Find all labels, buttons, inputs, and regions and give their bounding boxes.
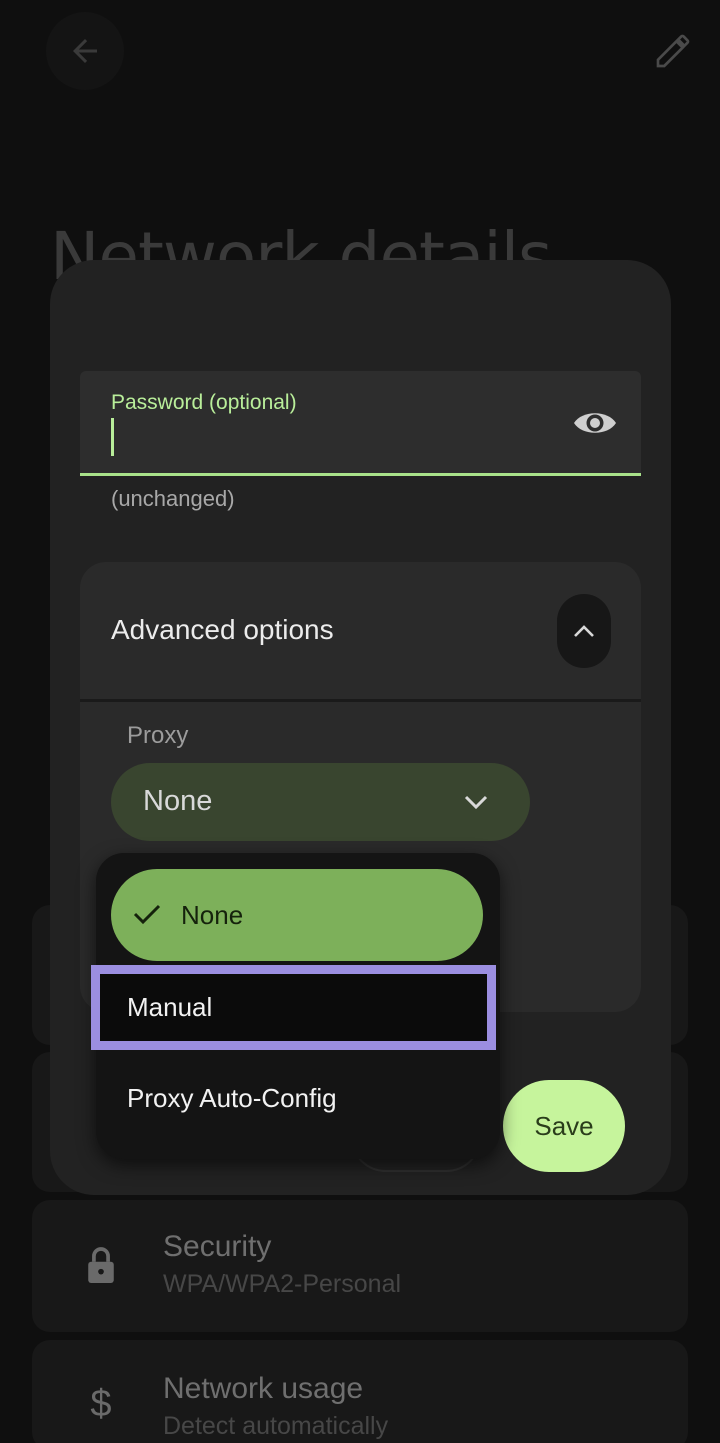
menu-option-none[interactable] — [111, 869, 483, 961]
show-password-toggle[interactable] — [571, 405, 619, 441]
network-usage-subtitle: Detect automatically — [163, 1412, 389, 1440]
pencil-icon — [656, 34, 690, 68]
security-title: Security — [163, 1230, 272, 1263]
menu-option-label: Manual — [127, 992, 213, 1022]
security-subtitle: WPA/WPA2-Personal — [163, 1270, 402, 1298]
back-button[interactable] — [46, 12, 124, 90]
dollar-icon: $ — [90, 1382, 112, 1425]
network-usage-title: Network usage — [163, 1372, 364, 1405]
check-icon — [132, 901, 162, 927]
chevron-up-icon — [574, 625, 594, 637]
arrow-left-icon — [73, 39, 97, 63]
proxy-label: Proxy — [127, 722, 189, 749]
eye-icon — [574, 413, 616, 433]
lock-icon — [84, 1246, 118, 1286]
menu-option-label: None — [181, 900, 244, 930]
save-button[interactable]: Save — [503, 1080, 625, 1172]
divider — [80, 699, 641, 702]
password-helper-text: (unchanged) — [111, 486, 235, 511]
advanced-options-title: Advanced options — [111, 614, 334, 645]
security-row[interactable] — [32, 1200, 688, 1332]
menu-option-proxy-auto-config[interactable]: Proxy Auto-Config — [127, 1083, 337, 1114]
password-label: Password (optional) — [111, 391, 297, 414]
proxy-dropdown-value: None — [143, 785, 213, 817]
chevron-down-icon — [462, 789, 490, 815]
text-cursor — [111, 418, 114, 456]
edit-button[interactable] — [648, 26, 698, 76]
password-field[interactable] — [80, 371, 641, 476]
collapse-advanced-button[interactable] — [557, 594, 611, 668]
